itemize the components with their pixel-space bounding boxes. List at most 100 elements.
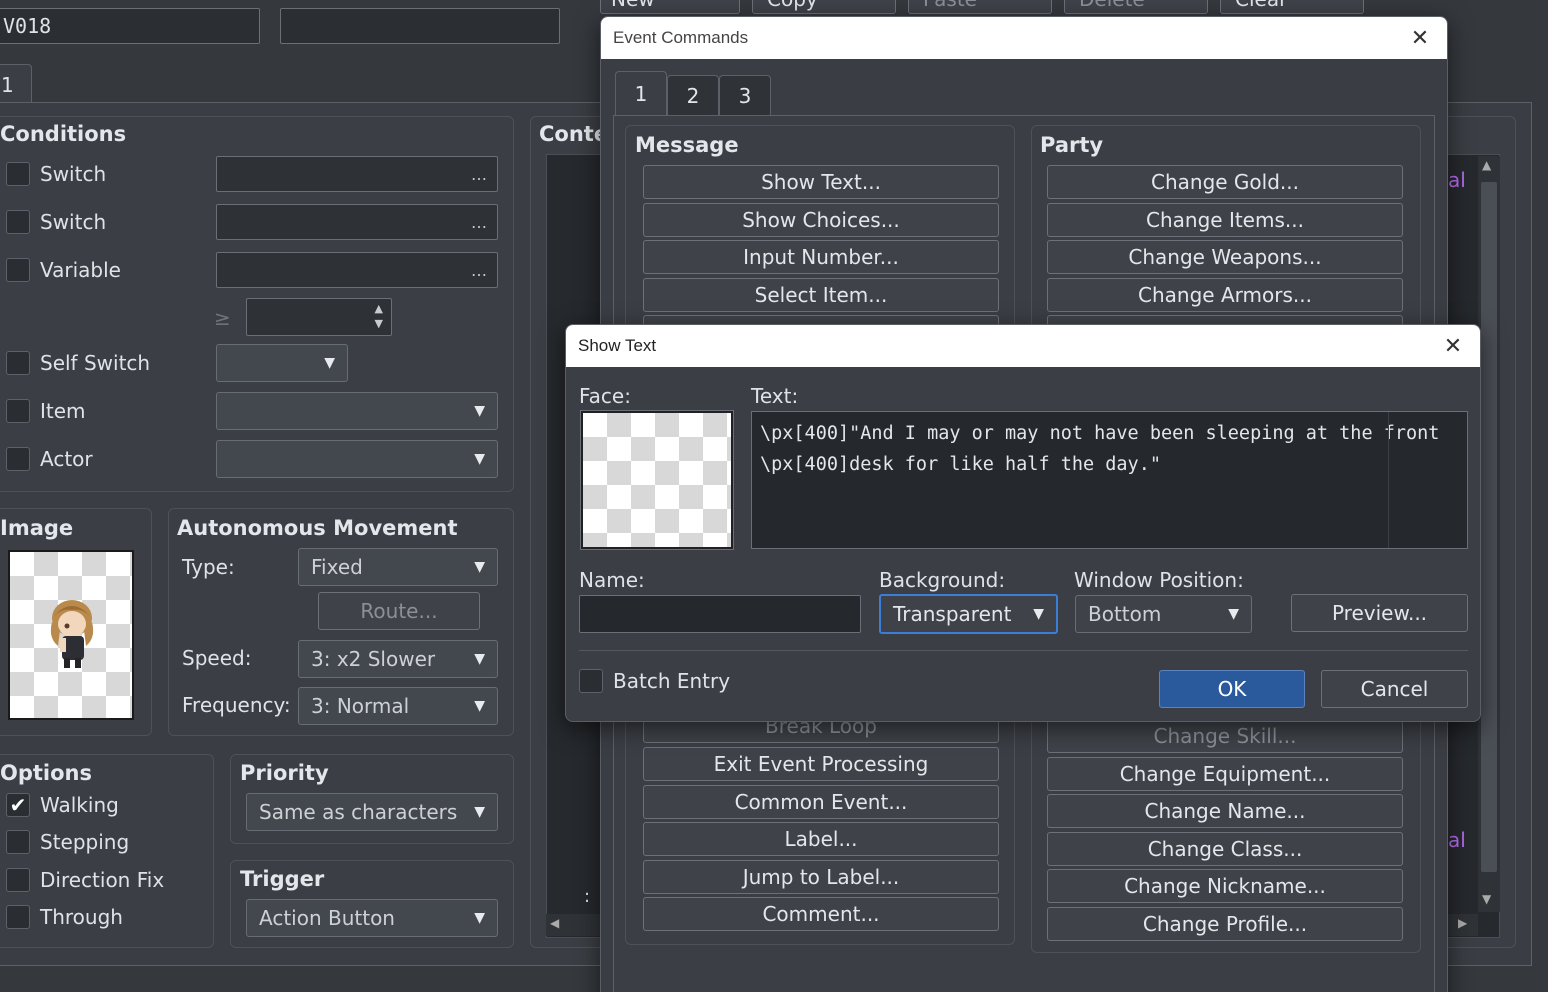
comment-button[interactable]: Comment... xyxy=(643,897,999,931)
copy-button[interactable]: Copy xyxy=(752,0,896,14)
scroll-up-icon[interactable]: ▲ xyxy=(1482,158,1491,172)
switch1-label: Switch xyxy=(40,162,107,186)
label-button[interactable]: Label... xyxy=(643,822,999,856)
item-select[interactable]: ▼ xyxy=(216,392,498,430)
cancel-button[interactable]: Cancel xyxy=(1321,670,1468,708)
scroll-right-icon[interactable]: ▶ xyxy=(1458,916,1467,930)
trigger-select[interactable]: Action Button ▼ xyxy=(246,899,498,937)
text-line-2: \px[400]desk for like half the day." xyxy=(760,454,1161,475)
variable-checkbox[interactable] xyxy=(6,258,30,282)
face-label: Face: xyxy=(579,384,631,408)
spin-arrows-icon[interactable]: ▲ ▼ xyxy=(375,301,383,331)
event-name-field[interactable] xyxy=(280,8,560,44)
common-event-button[interactable]: Common Event... xyxy=(643,785,999,819)
chevron-down-icon: ▼ xyxy=(474,698,485,714)
self-switch-checkbox[interactable] xyxy=(6,351,30,375)
variable-value-spinbox[interactable]: ▲ ▼ xyxy=(246,298,392,336)
frequency-label: Frequency: xyxy=(182,693,291,717)
walking-checkbox[interactable]: ✔ xyxy=(6,793,30,817)
chevron-down-icon: ▼ xyxy=(474,910,485,926)
scroll-thumb[interactable] xyxy=(1481,182,1497,872)
direction-fix-label: Direction Fix xyxy=(40,868,165,892)
exit-event-processing-button[interactable]: Exit Event Processing xyxy=(643,747,999,781)
clear-button[interactable]: Clear xyxy=(1220,0,1364,14)
through-checkbox[interactable] xyxy=(6,905,30,929)
page-tab[interactable]: 1 xyxy=(0,64,32,104)
change-weapons-button[interactable]: Change Weapons... xyxy=(1047,240,1403,274)
priority-title: Priority xyxy=(240,761,329,785)
party-title: Party xyxy=(1040,133,1104,157)
priority-select[interactable]: Same as characters ▼ xyxy=(246,793,498,831)
type-select[interactable]: Fixed ▼ xyxy=(298,548,498,586)
chevron-down-icon: ▼ xyxy=(474,651,485,667)
ok-button[interactable]: OK xyxy=(1159,670,1305,708)
change-armors-button[interactable]: Change Armors... xyxy=(1047,278,1403,312)
new-button[interactable]: New xyxy=(600,0,740,14)
scroll-down-icon[interactable]: ▼ xyxy=(1482,892,1491,906)
tab-3[interactable]: 3 xyxy=(719,75,771,115)
face-image[interactable] xyxy=(580,410,734,550)
frequency-select[interactable]: 3: Normal ▼ xyxy=(298,687,498,725)
contents-title: Conte xyxy=(539,122,609,146)
batch-entry-checkbox[interactable] xyxy=(579,669,603,693)
batch-entry-label: Batch Entry xyxy=(613,669,731,693)
tab-1[interactable]: 1 xyxy=(615,71,667,115)
change-equipment-button[interactable]: Change Equipment... xyxy=(1047,757,1403,791)
close-icon[interactable]: ✕ xyxy=(1407,25,1433,51)
event-image[interactable] xyxy=(8,550,134,720)
background-label: Background: xyxy=(879,568,1006,592)
change-gold-button[interactable]: Change Gold... xyxy=(1047,165,1403,199)
delete-button[interactable]: Delete xyxy=(1064,0,1208,14)
tab-2[interactable]: 2 xyxy=(667,75,719,115)
stepping-checkbox[interactable] xyxy=(6,830,30,854)
name-input[interactable] xyxy=(579,595,861,633)
jump-to-label-button[interactable]: Jump to Label... xyxy=(643,860,999,894)
ellipsis-icon[interactable]: … xyxy=(471,205,487,239)
preview-button[interactable]: Preview... xyxy=(1291,594,1468,632)
vertical-scrollbar[interactable]: ▲ ▼ xyxy=(1478,156,1500,912)
trigger-title: Trigger xyxy=(240,867,325,891)
scroll-left-icon[interactable]: ◀ xyxy=(550,916,559,930)
chevron-down-icon: ▼ xyxy=(1033,606,1044,622)
ellipsis-icon[interactable]: … xyxy=(471,253,487,287)
event-id-field[interactable]: V018 xyxy=(0,8,260,44)
change-items-button[interactable]: Change Items... xyxy=(1047,203,1403,237)
chevron-down-icon: ▼ xyxy=(324,355,335,371)
actor-checkbox[interactable] xyxy=(6,447,30,471)
image-title: Image xyxy=(0,516,74,540)
autonomous-movement-title: Autonomous Movement xyxy=(177,516,458,540)
change-skill-button[interactable]: Change Skill... xyxy=(1047,719,1403,753)
show-text-button[interactable]: Show Text... xyxy=(643,165,999,199)
background-select[interactable]: Transparent ▼ xyxy=(879,594,1058,634)
checkmark-icon: ✔ xyxy=(9,793,27,817)
variable-label: Variable xyxy=(40,258,121,282)
change-nickname-button[interactable]: Change Nickname... xyxy=(1047,869,1403,903)
paste-button[interactable]: Paste xyxy=(908,0,1052,14)
contents-colon: : xyxy=(584,886,591,907)
switch1-checkbox[interactable] xyxy=(6,162,30,186)
speed-select[interactable]: 3: x2 Slower ▼ xyxy=(298,640,498,678)
switch2-label: Switch xyxy=(40,210,107,234)
contents-partial-text-2: al xyxy=(1448,828,1466,852)
switch1-field[interactable]: … xyxy=(216,156,498,192)
close-icon[interactable]: ✕ xyxy=(1440,333,1466,359)
self-switch-select[interactable]: ▼ xyxy=(216,344,348,382)
switch2-field[interactable]: … xyxy=(216,204,498,240)
text-wrap-guide xyxy=(1388,412,1389,548)
direction-fix-checkbox[interactable] xyxy=(6,868,30,892)
change-class-button[interactable]: Change Class... xyxy=(1047,832,1403,866)
input-number-button[interactable]: Input Number... xyxy=(643,240,999,274)
route-button[interactable]: Route... xyxy=(318,592,480,630)
show-choices-button[interactable]: Show Choices... xyxy=(643,203,999,237)
change-name-button[interactable]: Change Name... xyxy=(1047,794,1403,828)
message-textarea[interactable]: \px[400]"And I may or may not have been … xyxy=(751,411,1468,549)
change-profile-button[interactable]: Change Profile... xyxy=(1047,907,1403,941)
ellipsis-icon[interactable]: … xyxy=(471,157,487,191)
actor-select[interactable]: ▼ xyxy=(216,440,498,478)
self-switch-label: Self Switch xyxy=(40,351,151,375)
item-checkbox[interactable] xyxy=(6,399,30,423)
variable-field[interactable]: … xyxy=(216,252,498,288)
select-item-button[interactable]: Select Item... xyxy=(643,278,999,312)
window-position-select[interactable]: Bottom ▼ xyxy=(1075,595,1252,633)
switch2-checkbox[interactable] xyxy=(6,210,30,234)
